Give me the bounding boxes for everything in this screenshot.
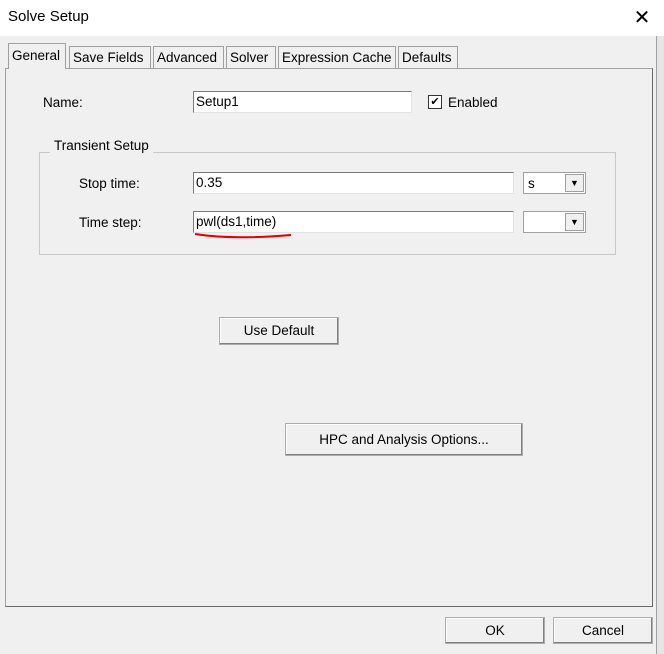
background-window-edge xyxy=(656,36,664,654)
stop-time-input[interactable]: 0.35 xyxy=(193,172,514,194)
transient-setup-group xyxy=(39,152,616,255)
title-bar xyxy=(0,0,664,36)
time-step-label: Time step: xyxy=(79,215,142,230)
red-underline-annotation xyxy=(194,233,292,239)
window-title: Solve Setup xyxy=(8,8,89,25)
time-step-unit-select[interactable]: ▼ xyxy=(523,211,586,233)
stop-time-unit-select[interactable]: s ▼ xyxy=(523,172,586,194)
tab-general[interactable]: General xyxy=(8,43,66,69)
enabled-label: Enabled xyxy=(448,95,498,110)
stop-time-label: Stop time: xyxy=(79,176,140,191)
tab-save-fields[interactable]: Save Fields xyxy=(69,46,151,68)
cancel-button[interactable]: Cancel xyxy=(553,617,653,644)
tab-advanced[interactable]: Advanced xyxy=(153,46,224,68)
enabled-checkbox[interactable]: ✔ xyxy=(428,95,442,109)
stop-time-unit-value: s xyxy=(528,176,535,191)
tab-defaults[interactable]: Defaults xyxy=(398,46,458,68)
close-icon[interactable]: ✕ xyxy=(632,5,652,29)
hpc-analysis-options-button[interactable]: HPC and Analysis Options... xyxy=(285,423,523,456)
chevron-down-icon[interactable]: ▼ xyxy=(565,174,584,192)
chevron-down-icon[interactable]: ▼ xyxy=(565,213,584,231)
time-step-input[interactable]: pwl(ds1,time) xyxy=(193,211,514,233)
name-input[interactable]: Setup1 xyxy=(193,91,412,113)
use-default-button[interactable]: Use Default xyxy=(219,317,339,345)
tab-solver[interactable]: Solver xyxy=(226,46,276,68)
tab-expression-cache[interactable]: Expression Cache xyxy=(278,46,396,68)
name-label: Name: xyxy=(43,95,83,110)
ok-button[interactable]: OK xyxy=(445,617,545,644)
transient-setup-title: Transient Setup xyxy=(50,138,153,153)
